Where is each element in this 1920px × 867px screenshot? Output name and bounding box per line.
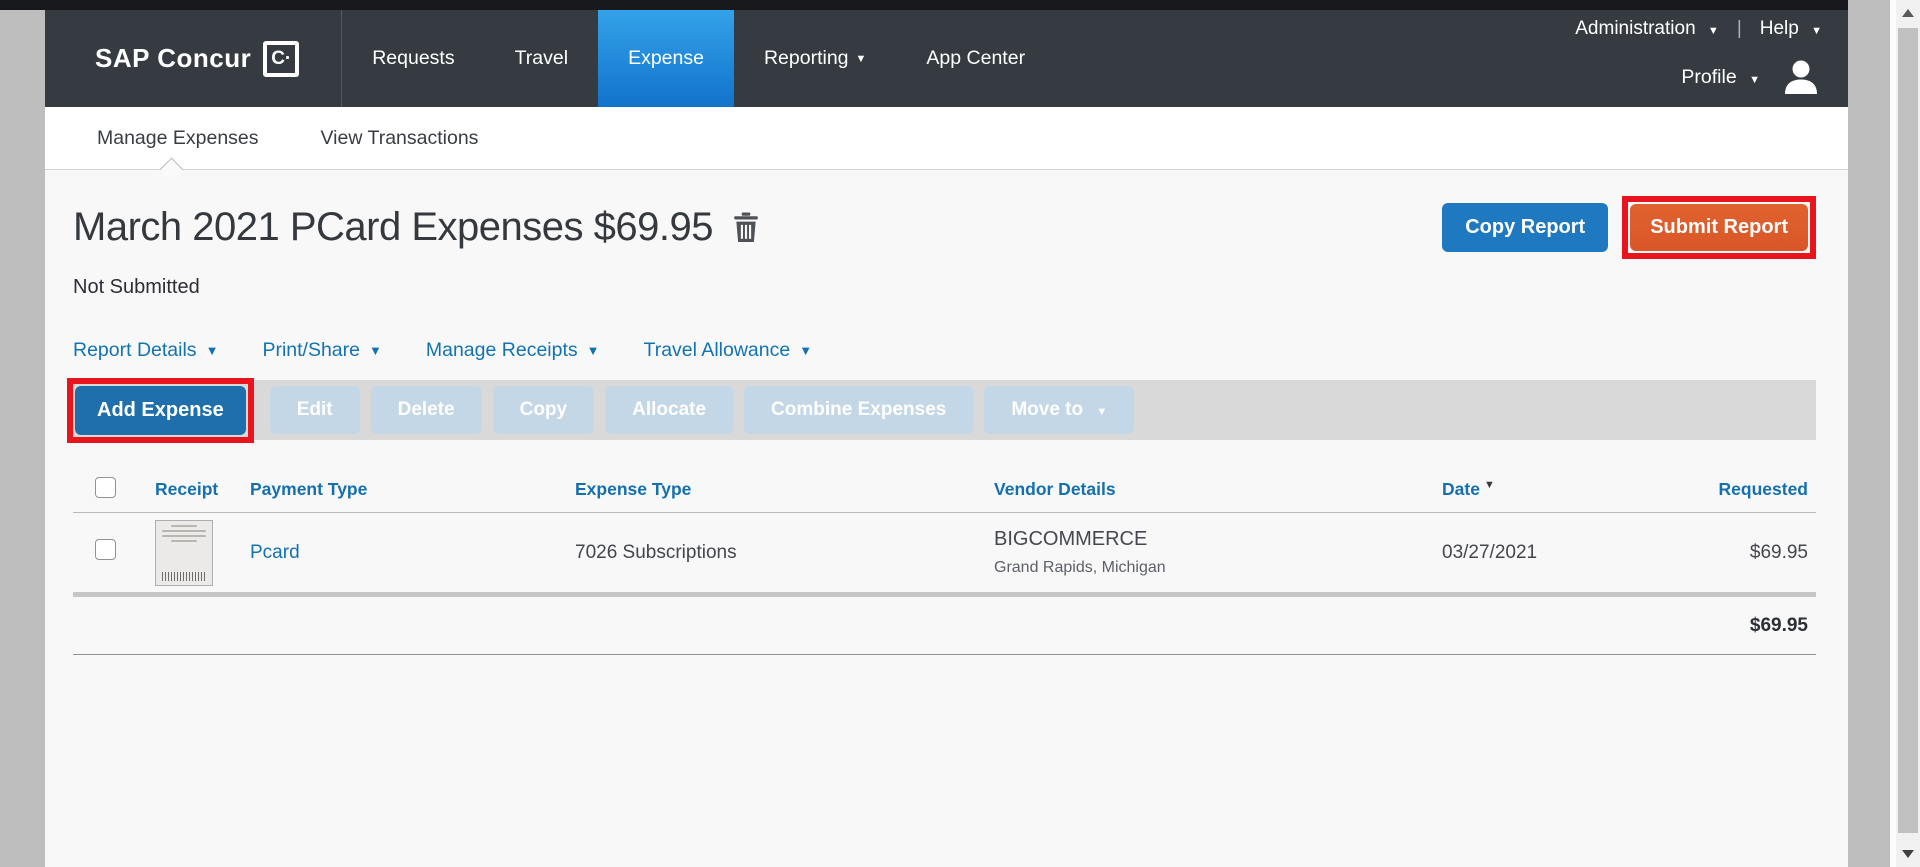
page-title: March 2021 PCard Expenses $69.95 bbox=[73, 205, 713, 250]
report-content: March 2021 PCard Expenses $69.95 Copy Re… bbox=[45, 170, 1848, 655]
menu-label: Travel Allowance bbox=[644, 339, 791, 362]
page-gutter-right bbox=[1848, 0, 1890, 867]
expense-toolbar: Add Expense Edit Delete Copy Allocate Co… bbox=[73, 380, 1816, 440]
nav-tab-travel[interactable]: Travel bbox=[485, 10, 598, 107]
expense-type-cell: 7026 Subscriptions bbox=[543, 542, 962, 564]
nav-tab-app-center[interactable]: App Center bbox=[896, 10, 1055, 107]
caret-down-icon: ▼ bbox=[856, 53, 867, 65]
vendor-details-cell: BIGCOMMERCE Grand Rapids, Michigan bbox=[962, 528, 1410, 577]
total-amount: $69.95 bbox=[1633, 615, 1816, 637]
combine-expenses-button[interactable]: Combine Expenses bbox=[744, 386, 973, 434]
help-menu[interactable]: Help ▼ bbox=[1760, 18, 1822, 40]
vertical-scrollbar[interactable] bbox=[1896, 0, 1920, 867]
nav-tab-label: Requests bbox=[372, 47, 454, 70]
subnav-tab-manage-expenses[interactable]: Manage Expenses bbox=[97, 127, 259, 150]
nav-tab-expense[interactable]: Expense bbox=[598, 10, 734, 107]
nav-tab-label: Reporting bbox=[764, 47, 849, 70]
date-cell: 03/27/2021 bbox=[1410, 542, 1633, 564]
top-navbar: SAP Concur C· Requests Travel Expense Re… bbox=[45, 10, 1848, 107]
help-label: Help bbox=[1760, 18, 1799, 39]
delete-button[interactable]: Delete bbox=[371, 386, 482, 434]
user-avatar-icon[interactable] bbox=[1780, 56, 1822, 98]
table-total-row: $69.95 bbox=[73, 597, 1816, 655]
receipt-thumbnail[interactable] bbox=[155, 520, 213, 586]
travel-allowance-menu[interactable]: Travel Allowance ▼ bbox=[644, 339, 813, 362]
scroll-down-arrow-icon bbox=[1902, 850, 1914, 858]
scrollbar-thumb[interactable] bbox=[1898, 28, 1918, 833]
caret-down-icon: ▼ bbox=[206, 343, 219, 358]
menu-label: Report Details bbox=[73, 339, 197, 362]
report-details-menu[interactable]: Report Details ▼ bbox=[73, 339, 218, 362]
col-header-expense-type[interactable]: Expense Type bbox=[543, 479, 962, 500]
caret-down-icon: ▼ bbox=[587, 343, 600, 358]
browser-top-strip bbox=[0, 0, 1848, 10]
annotation-highlight-submit-report: Submit Report bbox=[1622, 196, 1816, 259]
menu-label: Manage Receipts bbox=[426, 339, 578, 362]
table-row: Pcard 7026 Subscriptions BIGCOMMERCE Gra… bbox=[73, 513, 1816, 597]
col-header-payment-type[interactable]: Payment Type bbox=[218, 479, 543, 500]
vendor-name: BIGCOMMERCE bbox=[994, 528, 1410, 551]
copy-report-button[interactable]: Copy Report bbox=[1442, 203, 1608, 252]
brand-text: SAP Concur bbox=[95, 43, 251, 74]
receipt-art bbox=[171, 540, 197, 542]
profile-menu[interactable]: Profile ▼ bbox=[1681, 66, 1760, 89]
menu-divider: | bbox=[1737, 18, 1742, 40]
caret-down-icon: ▼ bbox=[1811, 25, 1822, 37]
profile-label: Profile bbox=[1681, 66, 1736, 88]
trash-icon[interactable] bbox=[733, 212, 759, 247]
submit-report-button[interactable]: Submit Report bbox=[1630, 204, 1808, 251]
add-expense-button[interactable]: Add Expense bbox=[75, 386, 246, 435]
app-window: SAP Concur C· Requests Travel Expense Re… bbox=[45, 10, 1848, 867]
subnav-tab-view-transactions[interactable]: View Transactions bbox=[321, 127, 479, 150]
print-share-menu[interactable]: Print/Share ▼ bbox=[262, 339, 381, 362]
nav-tab-reporting[interactable]: Reporting ▼ bbox=[734, 10, 896, 107]
col-header-date[interactable]: Date ▼ bbox=[1410, 479, 1633, 500]
menu-label: Print/Share bbox=[262, 339, 360, 362]
page-gutter-left bbox=[0, 10, 45, 867]
sap-concur-logo[interactable]: SAP Concur C· bbox=[45, 10, 342, 107]
edit-button[interactable]: Edit bbox=[270, 386, 360, 434]
sort-descending-icon: ▼ bbox=[1484, 479, 1495, 491]
scroll-up-arrow-icon bbox=[1902, 9, 1914, 17]
caret-down-icon: ▼ bbox=[1096, 406, 1107, 418]
allocate-button[interactable]: Allocate bbox=[605, 386, 733, 434]
caret-down-icon: ▼ bbox=[1749, 74, 1760, 86]
col-header-vendor-details[interactable]: Vendor Details bbox=[962, 479, 1410, 500]
report-menu-links: Report Details ▼ Print/Share ▼ Manage Re… bbox=[73, 339, 1816, 362]
nav-tab-requests[interactable]: Requests bbox=[342, 10, 484, 107]
move-to-button[interactable]: Move to ▼ bbox=[984, 386, 1134, 434]
manage-receipts-menu[interactable]: Manage Receipts ▼ bbox=[426, 339, 600, 362]
requested-amount-cell: $69.95 bbox=[1633, 542, 1816, 564]
move-to-label: Move to bbox=[1011, 399, 1083, 420]
scroll-down-button[interactable] bbox=[1896, 841, 1920, 867]
caret-down-icon: ▼ bbox=[799, 343, 812, 358]
navbar-right-section: Administration ▼ | Help ▼ Profile ▼ bbox=[1575, 18, 1822, 98]
caret-down-icon: ▼ bbox=[1708, 25, 1719, 37]
select-all-checkbox[interactable] bbox=[95, 477, 116, 498]
receipt-art bbox=[162, 530, 206, 532]
col-header-requested[interactable]: Requested bbox=[1633, 479, 1816, 500]
report-status: Not Submitted bbox=[73, 276, 1816, 299]
col-header-receipt[interactable]: Receipt bbox=[123, 479, 218, 500]
row-checkbox[interactable] bbox=[95, 539, 116, 560]
administration-label: Administration bbox=[1575, 18, 1695, 39]
table-header-row: Receipt Payment Type Expense Type Vendor… bbox=[73, 467, 1816, 513]
expense-table: Receipt Payment Type Expense Type Vendor… bbox=[73, 467, 1816, 655]
nav-tab-label: Expense bbox=[628, 47, 704, 70]
scroll-up-button[interactable] bbox=[1896, 0, 1920, 26]
subnav: Manage Expenses View Transactions bbox=[45, 107, 1848, 170]
date-header-label: Date bbox=[1442, 479, 1480, 499]
caret-down-icon: ▼ bbox=[369, 343, 382, 358]
receipt-art bbox=[171, 525, 197, 527]
annotation-highlight-add-expense: Add Expense bbox=[67, 378, 254, 443]
nav-tab-label: Travel bbox=[515, 47, 568, 70]
receipt-art bbox=[162, 535, 206, 537]
payment-type-link[interactable]: Pcard bbox=[250, 542, 300, 563]
copy-button[interactable]: Copy bbox=[493, 386, 595, 434]
administration-menu[interactable]: Administration ▼ bbox=[1575, 18, 1719, 40]
vendor-location: Grand Rapids, Michigan bbox=[994, 559, 1410, 577]
nav-tab-label: App Center bbox=[926, 47, 1025, 70]
receipt-barcode bbox=[162, 572, 206, 581]
concur-c-logo-icon: C· bbox=[263, 41, 299, 77]
